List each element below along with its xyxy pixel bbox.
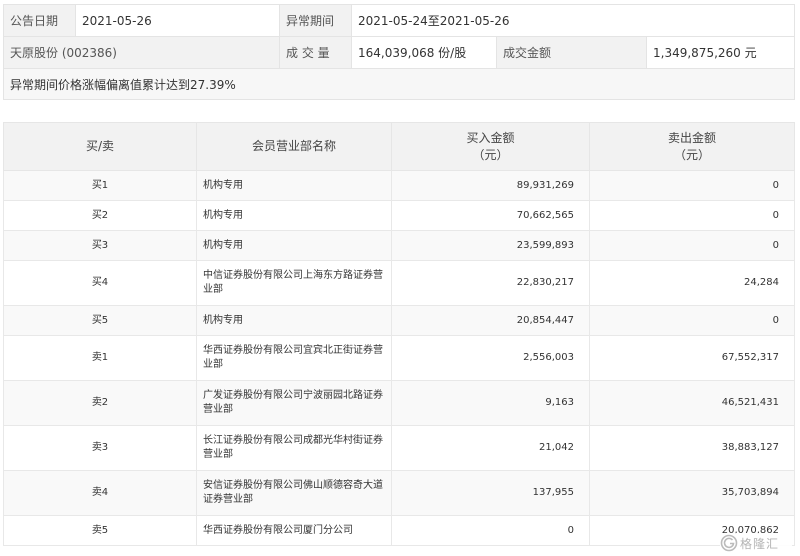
volume-label: 成 交 量 <box>279 36 352 69</box>
dept-cell: 机构专用 <box>196 305 392 336</box>
side-cell: 卖3 <box>3 425 197 471</box>
header-sell-line2: （元） <box>673 147 710 162</box>
header-sell-line1: 卖出金额 <box>667 130 716 145</box>
buy-amount-cell: 22,830,217 <box>391 260 590 306</box>
buy-amount-cell: 2,556,003 <box>391 335 590 381</box>
dept-cell: 华西证券股份有限公司宜宾北正街证券营业部 <box>196 335 392 381</box>
buy-amount-cell: 137,955 <box>391 470 590 516</box>
sell-amount-cell: 38,883,127 <box>589 425 795 471</box>
side-cell: 买1 <box>3 170 197 201</box>
table-row: 买5 机构专用 20,854,447 0 <box>3 305 795 336</box>
table-row: 卖1 华西证券股份有限公司宜宾北正街证券营业部 2,556,003 67,552… <box>3 335 795 381</box>
amount-label: 成交金额 <box>496 36 647 69</box>
dept-cell: 中信证券股份有限公司上海东方路证券营业部 <box>196 260 392 306</box>
side-cell: 卖2 <box>3 380 197 426</box>
stock-name: 天原股份 (002386) <box>3 36 280 69</box>
sell-amount-cell: 46,521,431 <box>589 380 795 426</box>
abnormal-period-value: 2021-05-24至2021-05-26 <box>351 4 795 37</box>
table-row: 买2 机构专用 70,662,565 0 <box>3 200 795 231</box>
dept-cell: 机构专用 <box>196 200 392 231</box>
dept-cell: 华西证券股份有限公司厦门分公司 <box>196 515 392 546</box>
table-header-row: 买/卖 会员营业部名称 买入金额 （元） 卖出金额 （元） <box>3 122 795 171</box>
side-cell: 买5 <box>3 305 197 336</box>
buy-amount-cell: 23,599,893 <box>391 230 590 261</box>
watermark-text: 格隆汇 <box>740 536 780 551</box>
side-cell: 卖1 <box>3 335 197 381</box>
table-row: 卖3 长江证券股份有限公司成都光华村街证券营业部 21,042 38,883,1… <box>3 425 795 471</box>
side-cell: 卖4 <box>3 470 197 516</box>
header-buy-line1: 买入金额 <box>466 130 515 145</box>
side-cell: 买3 <box>3 230 197 261</box>
header-side: 买/卖 <box>3 122 197 171</box>
table-row: 卖2 广发证券股份有限公司宁波丽园北路证券营业部 9,163 46,521,43… <box>3 380 795 426</box>
sell-amount-cell: 0 <box>589 230 795 261</box>
amount-value: 1,349,875,260 元 <box>646 36 795 69</box>
table-row: 买1 机构专用 89,931,269 0 <box>3 170 795 201</box>
dept-cell: 机构专用 <box>196 230 392 261</box>
sell-amount-cell: 0 <box>589 200 795 231</box>
trading-detail-table: 买/卖 会员营业部名称 买入金额 （元） 卖出金额 （元） 买1 机构专用 89… <box>3 122 795 546</box>
header-sell-amount: 卖出金额 （元） <box>589 122 795 171</box>
table-row: 卖5 华西证券股份有限公司厦门分公司 0 20,070,862 <box>3 515 795 546</box>
sell-amount-cell: 0 <box>589 305 795 336</box>
buy-amount-cell: 0 <box>391 515 590 546</box>
header-dept: 会员营业部名称 <box>196 122 392 171</box>
dept-cell: 广发证券股份有限公司宁波丽园北路证券营业部 <box>196 380 392 426</box>
buy-amount-cell: 89,931,269 <box>391 170 590 201</box>
header-buy-amount: 买入金额 （元） <box>391 122 590 171</box>
side-cell: 卖5 <box>3 515 197 546</box>
buy-amount-cell: 21,042 <box>391 425 590 471</box>
table-row: 买4 中信证券股份有限公司上海东方路证券营业部 22,830,217 24,28… <box>3 260 795 306</box>
announcement-date-value: 2021-05-26 <box>75 4 280 37</box>
announcement-date-label: 公告日期 <box>3 4 76 37</box>
side-cell: 买2 <box>3 200 197 231</box>
deviation-note: 异常期间价格涨幅偏离值累计达到27.39% <box>3 68 795 100</box>
dept-cell: 机构专用 <box>196 170 392 201</box>
sell-amount-cell: 0 <box>589 170 795 201</box>
sell-amount-cell: 67,552,317 <box>589 335 795 381</box>
buy-amount-cell: 70,662,565 <box>391 200 590 231</box>
header-buy-line2: （元） <box>472 147 509 162</box>
dept-cell: 长江证券股份有限公司成都光华村街证券营业部 <box>196 425 392 471</box>
side-cell: 买4 <box>3 260 197 306</box>
table-row: 卖4 安信证券股份有限公司佛山顺德容奇大道证券营业部 137,955 35,70… <box>3 470 795 516</box>
buy-amount-cell: 20,854,447 <box>391 305 590 336</box>
buy-amount-cell: 9,163 <box>391 380 590 426</box>
summary-table: 公告日期 2021-05-26 异常期间 2021-05-24至2021-05-… <box>3 4 795 100</box>
sell-amount-cell: 24,284 <box>589 260 795 306</box>
table-row: 买3 机构专用 23,599,893 0 <box>3 230 795 261</box>
gelonghui-watermark: 格隆汇 <box>720 533 792 553</box>
dept-cell: 安信证券股份有限公司佛山顺德容奇大道证券营业部 <box>196 470 392 516</box>
sell-amount-cell: 35,703,894 <box>589 470 795 516</box>
abnormal-period-label: 异常期间 <box>279 4 352 37</box>
volume-value: 164,039,068 份/股 <box>351 36 497 69</box>
gelonghui-logo-icon <box>720 534 738 552</box>
